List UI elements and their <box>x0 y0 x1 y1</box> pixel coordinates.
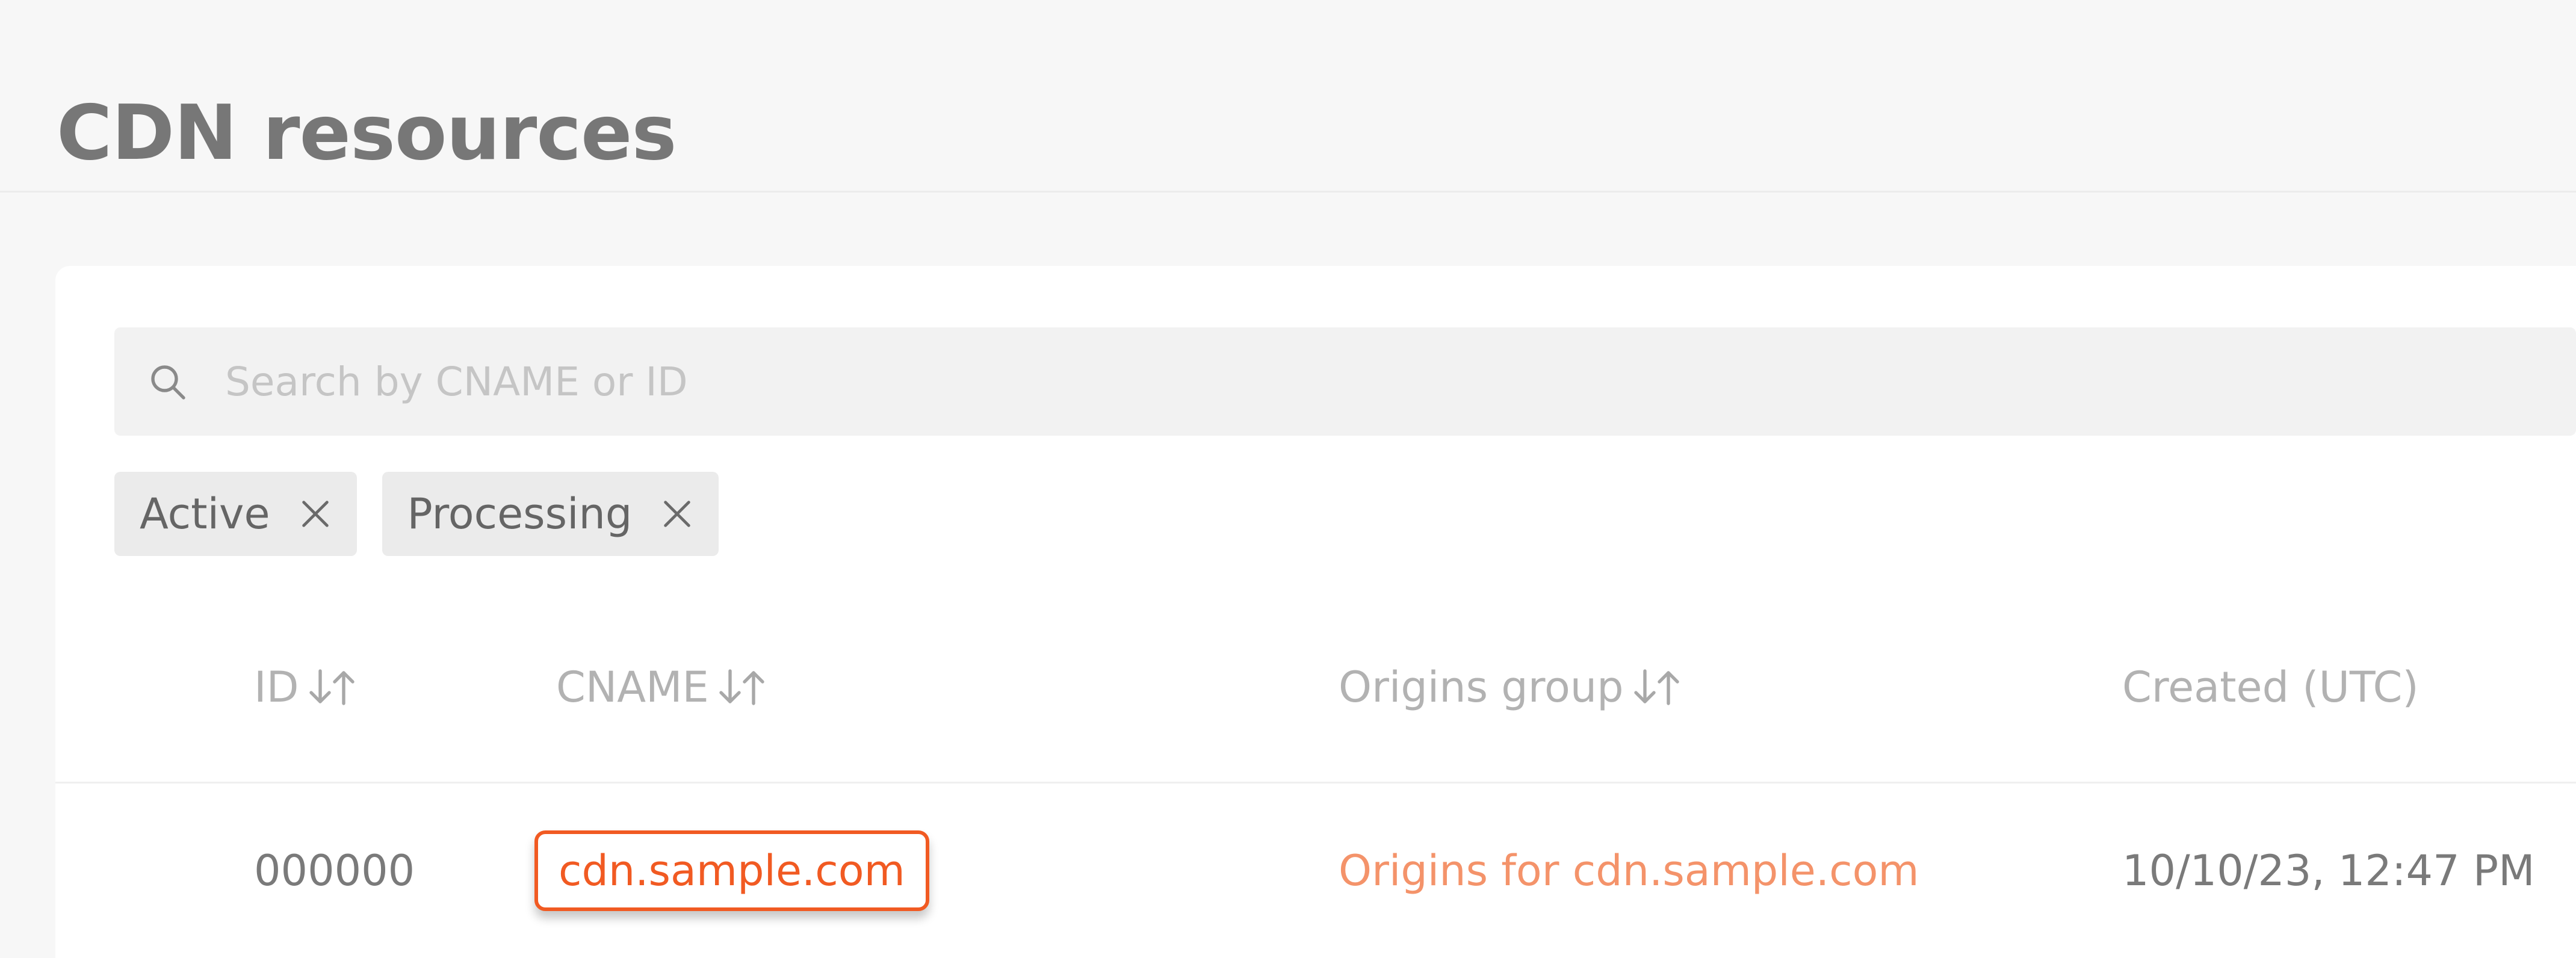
origins-group-link[interactable]: Origins for cdn.sample.com <box>1339 850 1919 892</box>
sort-icon[interactable] <box>1629 666 1686 709</box>
cell-created: 10/10/23, 12:47 PM <box>2122 846 2535 895</box>
table-row[interactable]: 000000 cdn.sample.com Origins for cdn.sa… <box>55 783 2576 958</box>
column-header-created: Created (UTC) <box>2122 609 2419 765</box>
column-header-id[interactable]: ID <box>254 609 362 765</box>
search-input[interactable] <box>225 356 2512 407</box>
cdn-resources-page: CDN resources Active Processing <box>0 0 2576 958</box>
resources-table: ID CNAME Origins group Created (UTC) 000… <box>55 609 2576 958</box>
cell-origins-group: Origins for cdn.sample.com <box>1339 783 1919 958</box>
table-body: 000000 cdn.sample.com Origins for cdn.sa… <box>55 783 2576 958</box>
cell-id: 000000 <box>254 846 415 895</box>
column-header-label: Origins group <box>1339 663 1624 712</box>
column-header-label: CNAME <box>556 663 709 712</box>
sort-icon[interactable] <box>304 666 362 709</box>
search-icon <box>151 365 185 400</box>
page-title: CDN resources <box>57 88 677 178</box>
filter-chip-active: Active <box>114 472 357 556</box>
page-header: CDN resources <box>0 0 2576 193</box>
close-icon[interactable] <box>660 496 695 531</box>
search-box[interactable] <box>114 327 2576 436</box>
column-header-label: Created (UTC) <box>2122 663 2419 712</box>
sort-icon[interactable] <box>714 666 772 709</box>
filter-chips: Active Processing <box>114 472 719 556</box>
filter-chip-label: Processing <box>407 489 633 539</box>
cell-cname: cdn.sample.com <box>534 783 929 958</box>
close-icon[interactable] <box>298 496 333 531</box>
column-header-cname[interactable]: CNAME <box>556 609 772 765</box>
column-header-label: ID <box>254 663 299 712</box>
cname-link[interactable]: cdn.sample.com <box>534 830 929 911</box>
filter-chip-processing: Processing <box>382 472 719 556</box>
resources-card: Active Processing ID <box>55 266 2576 958</box>
column-header-origins-group[interactable]: Origins group <box>1339 609 1686 765</box>
filter-chip-label: Active <box>140 489 270 539</box>
table-header: ID CNAME Origins group Created (UTC) <box>55 609 2576 783</box>
